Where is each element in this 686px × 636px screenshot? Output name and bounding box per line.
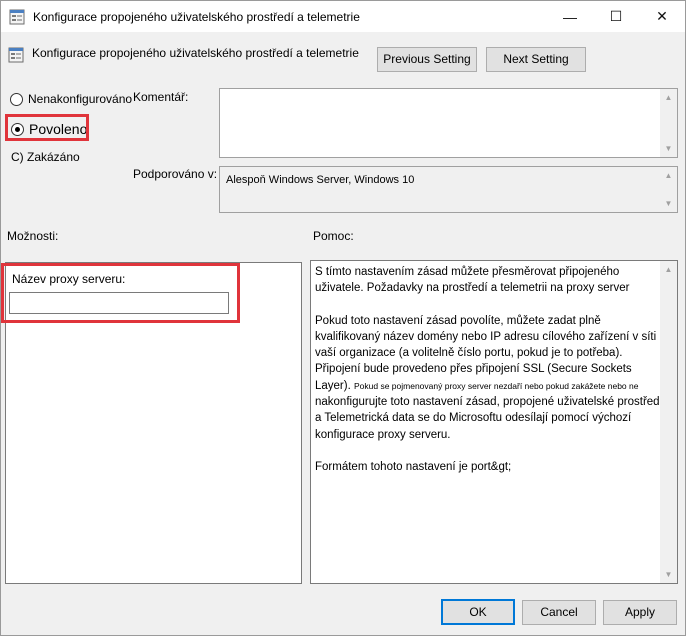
scroll-down-icon[interactable]: ▼ xyxy=(660,140,677,157)
scroll-down-icon[interactable]: ▼ xyxy=(660,566,677,583)
title-bar[interactable]: Konfigurace propojeného uživatelského pr… xyxy=(1,1,685,32)
policy-setting-icon xyxy=(8,47,24,63)
radio-not-configured-circle[interactable] xyxy=(10,92,23,106)
help-label: Pomoc: xyxy=(313,229,354,243)
scroll-up-icon[interactable]: ▲ xyxy=(660,89,677,106)
previous-setting-button[interactable]: Previous Setting xyxy=(377,47,477,72)
help-panel: S tímto nastavením zásad můžete přesměro… xyxy=(310,260,678,584)
radio-disabled[interactable]: C) Zakázáno xyxy=(11,150,80,164)
help-paragraph-2a: Pokud toto nastavení zásad povolíte, můž… xyxy=(315,314,657,360)
help-scrollbar[interactable]: ▲ ▼ xyxy=(660,261,677,583)
close-icon[interactable]: ✕ xyxy=(639,1,685,32)
supported-value: Alespoň Windows Server, Windows 10 xyxy=(226,174,415,186)
scroll-up-icon[interactable]: ▲ xyxy=(660,167,677,184)
next-setting-button[interactable]: Next Setting xyxy=(486,47,586,72)
setting-title: Konfigurace propojeného uživatelského pr… xyxy=(32,46,359,60)
help-paragraph-3: Formátem tohoto nastavení je port&gt; xyxy=(315,460,512,473)
supported-scrollbar[interactable]: ▲ ▼ xyxy=(660,167,677,212)
enabled-highlight-box xyxy=(5,114,89,141)
options-label: Možnosti: xyxy=(7,229,59,243)
cancel-button[interactable]: Cancel xyxy=(522,600,596,625)
comment-textarea[interactable]: ▲ ▼ xyxy=(219,88,678,158)
scroll-up-icon[interactable]: ▲ xyxy=(660,261,677,278)
help-text: S tímto nastavením zásad můžete přesměro… xyxy=(315,264,665,491)
policy-dialog-window: Konfigurace propojeného uživatelského pr… xyxy=(0,0,686,636)
proxy-highlight-box xyxy=(1,263,240,323)
scroll-down-icon[interactable]: ▼ xyxy=(660,195,677,212)
supported-field: Alespoň Windows Server, Windows 10 ▲ ▼ xyxy=(219,166,678,213)
apply-button[interactable]: Apply xyxy=(603,600,677,625)
supported-label: Podporováno v: xyxy=(133,167,218,181)
comment-label: Komentář: xyxy=(133,90,189,104)
radio-not-configured-label: Nenakonfigurováno xyxy=(28,92,133,106)
window-title: Konfigurace propojeného uživatelského pr… xyxy=(33,10,360,24)
policy-settings-icon xyxy=(9,9,25,25)
ok-button[interactable]: OK xyxy=(441,599,515,625)
radio-not-configured[interactable]: Nenakonfigurováno xyxy=(10,92,132,106)
help-paragraph-2c: Pokud se pojmenovaný proxy server nezdař… xyxy=(354,380,639,391)
comment-scrollbar[interactable]: ▲ ▼ xyxy=(660,89,677,157)
help-paragraph-2d: nakonfigurujte toto nastavení zásad, pro… xyxy=(315,396,663,441)
help-paragraph-1: S tímto nastavením zásad můžete přesměro… xyxy=(315,266,630,295)
maximize-icon[interactable]: ☐ xyxy=(593,1,639,32)
minimize-icon[interactable]: — xyxy=(547,1,593,32)
